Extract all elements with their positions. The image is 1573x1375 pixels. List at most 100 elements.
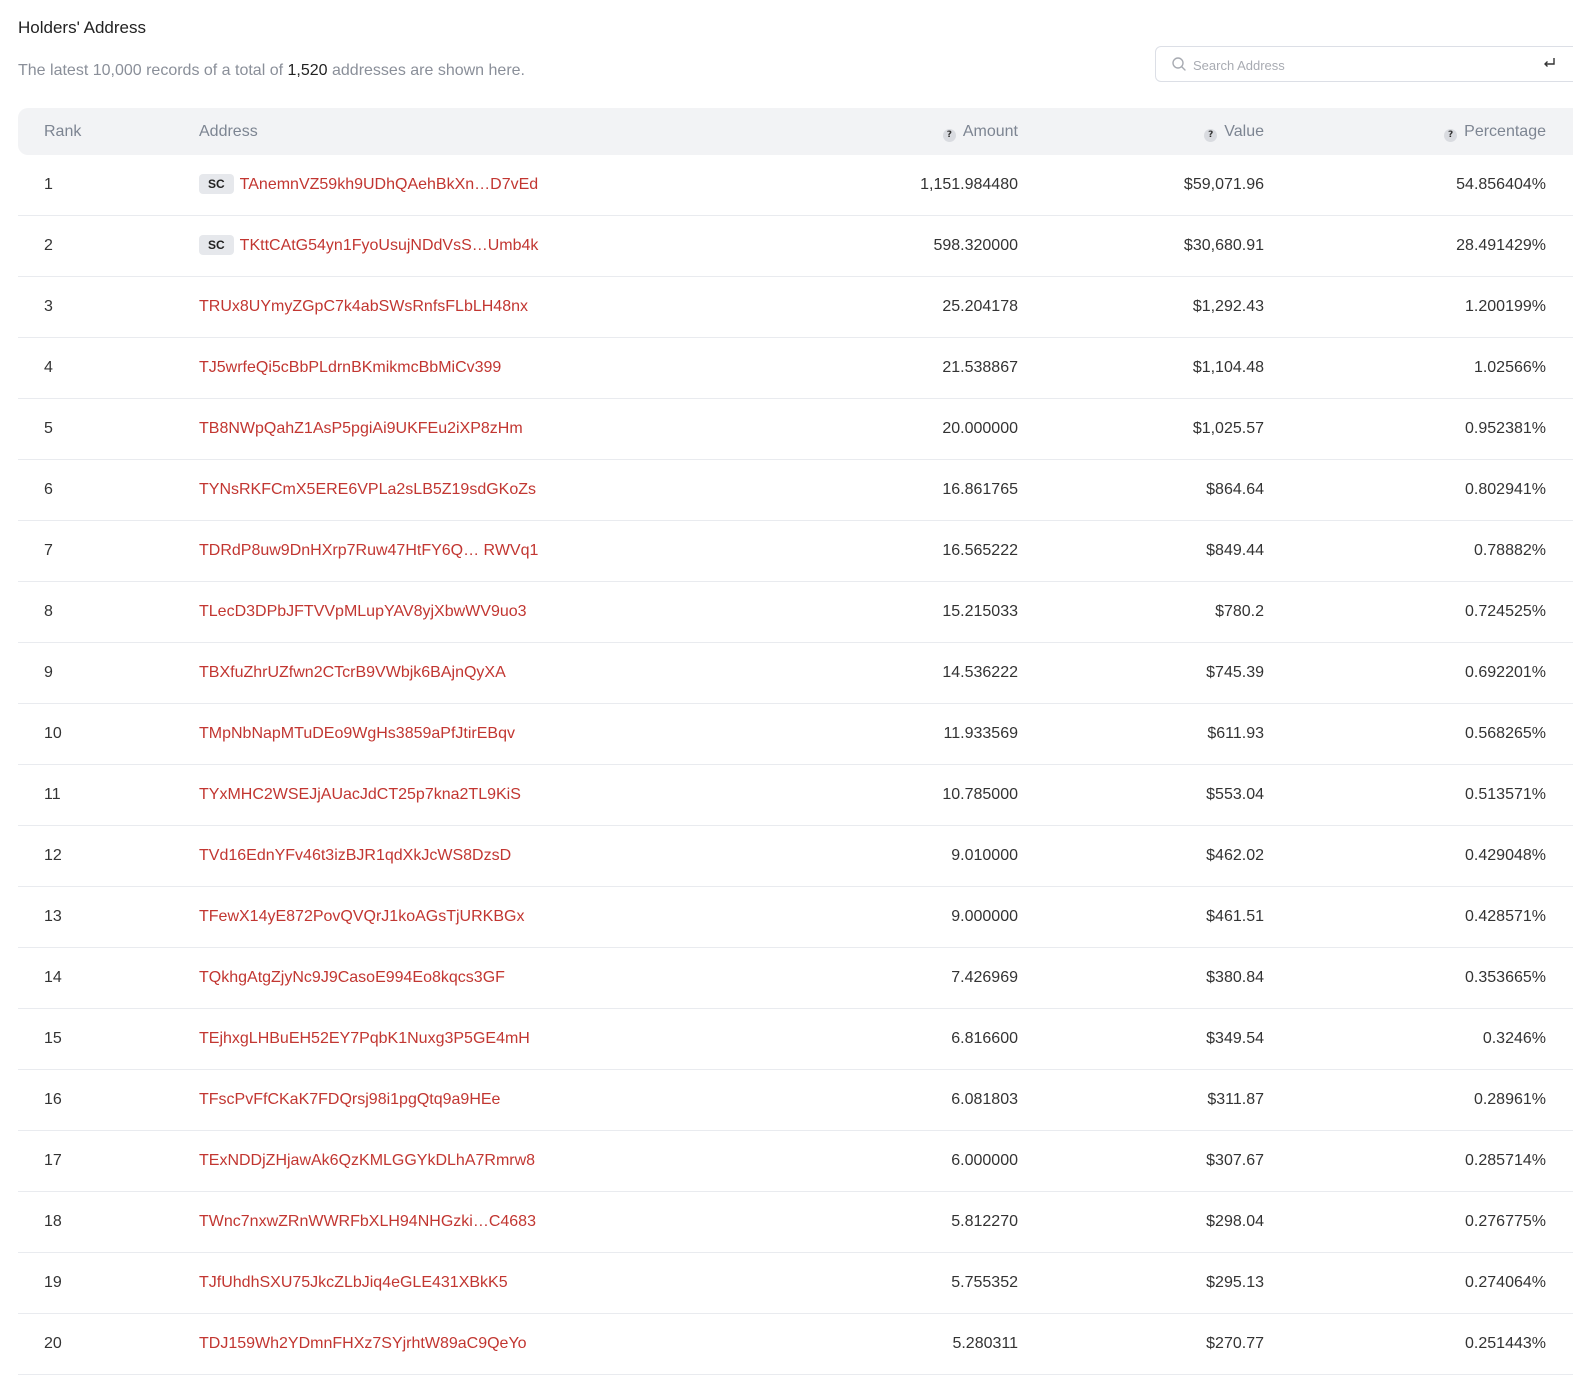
- percentage-cell: 0.428571%: [1465, 908, 1546, 925]
- table-row: 3 TRUx8UYmyZGpC7k4abSWsRnfsFLbLH48nx 25.…: [18, 277, 1573, 338]
- rank-cell: 17: [44, 1152, 62, 1169]
- rank-cell: 13: [44, 908, 62, 925]
- value-cell: $307.67: [1206, 1152, 1264, 1169]
- value-cell: $745.39: [1206, 664, 1264, 681]
- amount-cell: 6.081803: [951, 1091, 1018, 1108]
- total-addresses-count: 1,520: [287, 62, 328, 79]
- rank-cell: 5: [44, 420, 53, 437]
- table-row: 10 TMpNbNapMTuDEo9WgHs3859aPfJtirEBqv 11…: [18, 704, 1573, 765]
- address-link[interactable]: TFewX14yE872PovQVQrJ1koAGsTjURKBGx: [199, 908, 524, 925]
- percentage-cell: 0.353665%: [1465, 969, 1546, 986]
- address-link[interactable]: TQkhgAtgZjyNc9J9CasoE994Eo8kqcs3GF: [199, 969, 505, 986]
- table-row: 16 TFscPvFfCKaK7FDQrsj98i1pgQtq9a9HEe 6.…: [18, 1070, 1573, 1131]
- amount-cell: 16.565222: [942, 542, 1018, 559]
- address-link[interactable]: TBXfuZhrUZfwn2CTcrB9VWbjk6BAjnQyXA: [199, 664, 506, 681]
- amount-cell: 21.538867: [942, 359, 1018, 376]
- page-title: Holders' Address: [18, 18, 146, 37]
- search-icon: [1172, 57, 1186, 71]
- amount-cell: 14.536222: [942, 664, 1018, 681]
- column-header-amount: ? Amount: [942, 108, 1018, 155]
- rank-cell: 4: [44, 359, 53, 376]
- holders-table: Rank Address ? Amount ? Value ? Percentage …: [18, 108, 1573, 1375]
- amount-cell: 6.816600: [951, 1030, 1018, 1047]
- address-cell: TWnc7nxwZRnWWRFbXLH94NHGzki…C4683: [199, 1192, 536, 1252]
- amount-cell: 5.280311: [952, 1335, 1018, 1352]
- percentage-cell: 0.952381%: [1465, 420, 1546, 437]
- value-cell: $295.13: [1206, 1274, 1264, 1291]
- search-input[interactable]: [1193, 53, 1533, 77]
- address-link[interactable]: TYNsRKFCmX5ERE6VPLa2sLB5Z19sdGKoZs: [199, 481, 536, 498]
- rank-cell: 19: [44, 1274, 62, 1291]
- value-cell: $349.54: [1206, 1030, 1264, 1047]
- address-link[interactable]: TMpNbNapMTuDEo9WgHs3859aPfJtirEBqv: [199, 725, 515, 742]
- percentage-cell: 0.724525%: [1465, 603, 1546, 620]
- summary-suffix: addresses are shown here.: [327, 62, 525, 79]
- address-link[interactable]: TAnemnVZ59kh9UDhQAehBkXn…D7vEd: [240, 176, 539, 193]
- percentage-cell: 0.802941%: [1465, 481, 1546, 498]
- amount-cell: 16.861765: [942, 481, 1018, 498]
- address-link[interactable]: TKttCAtG54yn1FyoUsujNDdVsS…Umb4k: [240, 237, 539, 254]
- column-header-address: Address: [199, 123, 258, 140]
- table-row: 12 TVd16EdnYFv46t3izBJR1qdXkJcWS8DzsD 9.…: [18, 826, 1573, 887]
- amount-cell: 9.000000: [951, 908, 1018, 925]
- value-cell: $311.87: [1207, 1091, 1264, 1108]
- question-circle-icon[interactable]: ?: [1444, 129, 1458, 142]
- table-header: Rank Address ? Amount ? Value ? Percentage: [18, 108, 1573, 155]
- table-row: 17 TExNDDjZHjawAk6QzKMLGGYkDLhA7Rmrw8 6.…: [18, 1131, 1573, 1192]
- address-link[interactable]: TVd16EdnYFv46t3izBJR1qdXkJcWS8DzsD: [199, 847, 511, 864]
- rank-cell: 9: [44, 664, 53, 681]
- address-link[interactable]: TLecD3DPbJFTVVpMLupYAV8yjXbwWV9uo3: [199, 603, 527, 620]
- value-cell: $780.2: [1215, 603, 1264, 620]
- address-link[interactable]: TRUx8UYmyZGpC7k4abSWsRnfsFLbLH48nx: [199, 298, 528, 315]
- address-cell: TQkhgAtgZjyNc9J9CasoE994Eo8kqcs3GF: [199, 948, 505, 1008]
- column-header-percentage-label: Percentage: [1464, 123, 1546, 140]
- table-row: 1 SC TAnemnVZ59kh9UDhQAehBkXn…D7vEd 1,151…: [18, 155, 1573, 216]
- table-row: 14 TQkhgAtgZjyNc9J9CasoE994Eo8kqcs3GF 7.…: [18, 948, 1573, 1009]
- search-box[interactable]: [1155, 46, 1573, 82]
- enter-icon[interactable]: [1542, 56, 1556, 70]
- value-cell: $462.02: [1206, 847, 1264, 864]
- value-cell: $864.64: [1206, 481, 1264, 498]
- address-link[interactable]: TWnc7nxwZRnWWRFbXLH94NHGzki…C4683: [199, 1213, 536, 1230]
- value-cell: $30,680.91: [1183, 237, 1264, 254]
- value-cell: $1,292.43: [1192, 298, 1264, 315]
- address-link[interactable]: TB8NWpQahZ1AsP5pgiAi9UKFEu2iXP8zHm: [199, 420, 523, 437]
- column-header-value-label: Value: [1224, 123, 1264, 140]
- table-row: 6 TYNsRKFCmX5ERE6VPLa2sLB5Z19sdGKoZs 16.…: [18, 460, 1573, 521]
- column-header-percentage: ? Percentage: [1444, 108, 1546, 155]
- address-link[interactable]: TEjhxgLHBuEH52EY7PqbK1Nuxg3P5GE4mH: [199, 1030, 530, 1047]
- address-link[interactable]: TDRdP8uw9DnHXrp7Ruw47HtFY6Q… RWVq1: [199, 542, 538, 559]
- rank-cell: 10: [44, 725, 62, 742]
- address-cell: TBXfuZhrUZfwn2CTcrB9VWbjk6BAjnQyXA: [199, 643, 506, 703]
- rank-cell: 2: [44, 237, 53, 254]
- summary-prefix: The latest 10,000 records of a total of: [18, 62, 288, 79]
- value-cell: $849.44: [1206, 542, 1264, 559]
- contract-badge: SC: [199, 174, 234, 194]
- rank-cell: 18: [44, 1213, 62, 1230]
- percentage-cell: 0.3246%: [1482, 1030, 1546, 1047]
- amount-cell: 5.755352: [951, 1274, 1018, 1291]
- address-cell: TYxMHC2WSEJjAUacJdCT25p7kna2TL9KiS: [199, 765, 521, 825]
- address-cell: TJfUhdhSXU75JkcZLbJiq4eGLE431XBkK5: [199, 1253, 508, 1313]
- amount-cell: 6.000000: [951, 1152, 1018, 1169]
- question-circle-icon[interactable]: ?: [1204, 129, 1218, 142]
- address-link[interactable]: TExNDDjZHjawAk6QzKMLGGYkDLhA7Rmrw8: [199, 1152, 535, 1169]
- table-row: 5 TB8NWpQahZ1AsP5pgiAi9UKFEu2iXP8zHm 20.…: [18, 399, 1573, 460]
- address-cell: TDRdP8uw9DnHXrp7Ruw47HtFY6Q… RWVq1: [199, 521, 538, 581]
- amount-cell: 25.204178: [942, 298, 1018, 315]
- address-cell: TRUx8UYmyZGpC7k4abSWsRnfsFLbLH48nx: [199, 277, 528, 337]
- amount-cell: 1,151.984480: [920, 176, 1018, 193]
- percentage-cell: 1.02566%: [1473, 359, 1546, 376]
- address-link[interactable]: TJ5wrfeQi5cBbPLdrnBKmikmcBbMiCv399: [199, 359, 501, 376]
- address-link[interactable]: TFscPvFfCKaK7FDQrsj98i1pgQtq9a9HEe: [199, 1091, 500, 1108]
- address-link[interactable]: TJfUhdhSXU75JkcZLbJiq4eGLE431XBkK5: [199, 1274, 508, 1291]
- table-row: 18 TWnc7nxwZRnWWRFbXLH94NHGzki…C4683 5.8…: [18, 1192, 1573, 1253]
- address-link[interactable]: TYxMHC2WSEJjAUacJdCT25p7kna2TL9KiS: [199, 786, 521, 803]
- amount-cell: 7.426969: [951, 969, 1018, 986]
- address-link[interactable]: TDJ159Wh2YDmnFHXz7SYjrhtW89aC9QeYo: [199, 1335, 527, 1352]
- percentage-cell: 54.856404%: [1456, 176, 1546, 193]
- value-cell: $270.77: [1206, 1335, 1264, 1352]
- percentage-cell: 0.251443%: [1465, 1335, 1546, 1352]
- amount-cell: 9.010000: [951, 847, 1018, 864]
- question-circle-icon[interactable]: ?: [942, 129, 956, 142]
